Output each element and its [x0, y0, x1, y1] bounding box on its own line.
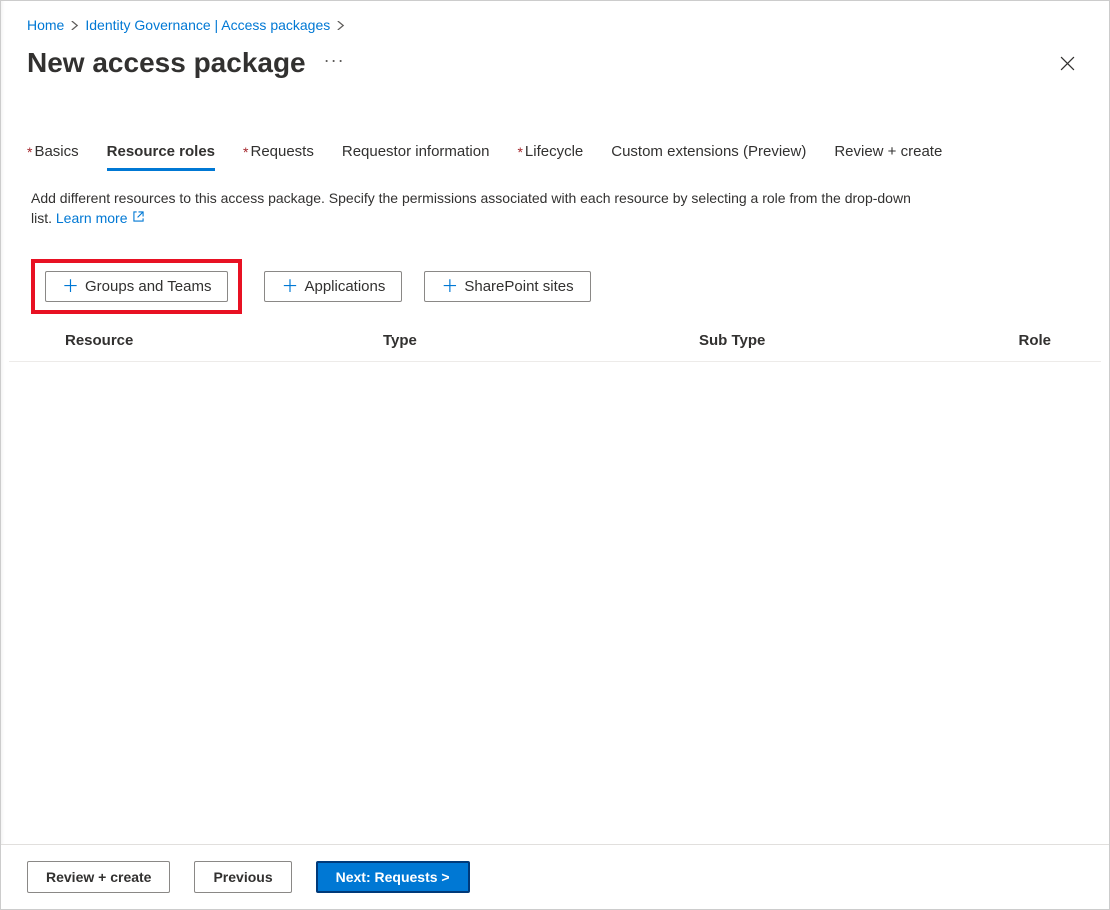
tab-label: Basics [34, 143, 78, 160]
plus-icon: ＋ [441, 278, 458, 295]
learn-more-link[interactable]: Learn more [56, 210, 144, 226]
review-create-button[interactable]: Review + create [27, 861, 170, 893]
footer-bar: Review + create Previous Next: Requests … [1, 844, 1109, 909]
tab-label: Requests [250, 143, 313, 160]
required-icon: * [27, 144, 32, 160]
close-icon [1060, 56, 1075, 71]
required-icon: * [517, 144, 522, 160]
column-header-subtype[interactable]: Sub Type [699, 332, 987, 349]
description-text: Add different resources to this access p… [31, 190, 911, 226]
tab-bar: * Basics Resource roles * Requests Reque… [1, 97, 1109, 170]
page-description: Add different resources to this access p… [1, 170, 941, 229]
tab-basics[interactable]: * Basics [27, 143, 79, 170]
required-icon: * [243, 144, 248, 160]
tab-label: Requestor information [342, 143, 490, 160]
add-sharepoint-button[interactable]: ＋ SharePoint sites [424, 271, 590, 302]
close-button[interactable] [1051, 47, 1083, 79]
plus-icon: ＋ [281, 278, 298, 295]
page-header: New access package ··· [1, 41, 1109, 97]
breadcrumb-home[interactable]: Home [27, 17, 64, 33]
tab-lifecycle[interactable]: * Lifecycle [517, 143, 583, 170]
button-label: Applications [304, 278, 385, 295]
add-resource-row: ＋ Groups and Teams ＋ Applications ＋ Shar… [1, 229, 1109, 314]
external-link-icon [129, 213, 143, 225]
add-applications-button[interactable]: ＋ Applications [264, 271, 402, 302]
tab-label: Custom extensions (Preview) [611, 143, 806, 160]
column-header-resource[interactable]: Resource [65, 332, 383, 349]
tab-label: Review + create [834, 143, 942, 160]
more-icon[interactable]: ··· [324, 51, 345, 69]
column-header-role[interactable]: Role [987, 332, 1071, 349]
tab-requests[interactable]: * Requests [243, 143, 314, 170]
button-label: Groups and Teams [85, 278, 211, 295]
column-header-type[interactable]: Type [383, 332, 699, 349]
page-title: New access package [27, 47, 306, 79]
previous-button[interactable]: Previous [194, 861, 291, 893]
tab-custom-extensions[interactable]: Custom extensions (Preview) [611, 143, 806, 170]
add-groups-teams-button[interactable]: ＋ Groups and Teams [45, 271, 228, 302]
tab-review-create[interactable]: Review + create [834, 143, 942, 170]
breadcrumb: Home Identity Governance | Access packag… [1, 1, 1109, 41]
next-button[interactable]: Next: Requests > [316, 861, 470, 893]
highlight-annotation: ＋ Groups and Teams [31, 259, 242, 314]
tab-resource-roles[interactable]: Resource roles [107, 143, 215, 170]
tab-label: Lifecycle [525, 143, 583, 160]
breadcrumb-path[interactable]: Identity Governance | Access packages [85, 17, 330, 33]
tab-label: Resource roles [107, 143, 215, 160]
button-label: SharePoint sites [464, 278, 573, 295]
plus-icon: ＋ [62, 278, 79, 295]
chevron-right-icon [336, 18, 345, 33]
chevron-right-icon [70, 18, 79, 33]
tab-requestor-information[interactable]: Requestor information [342, 143, 490, 170]
resources-table-header: Resource Type Sub Type Role [9, 314, 1101, 362]
